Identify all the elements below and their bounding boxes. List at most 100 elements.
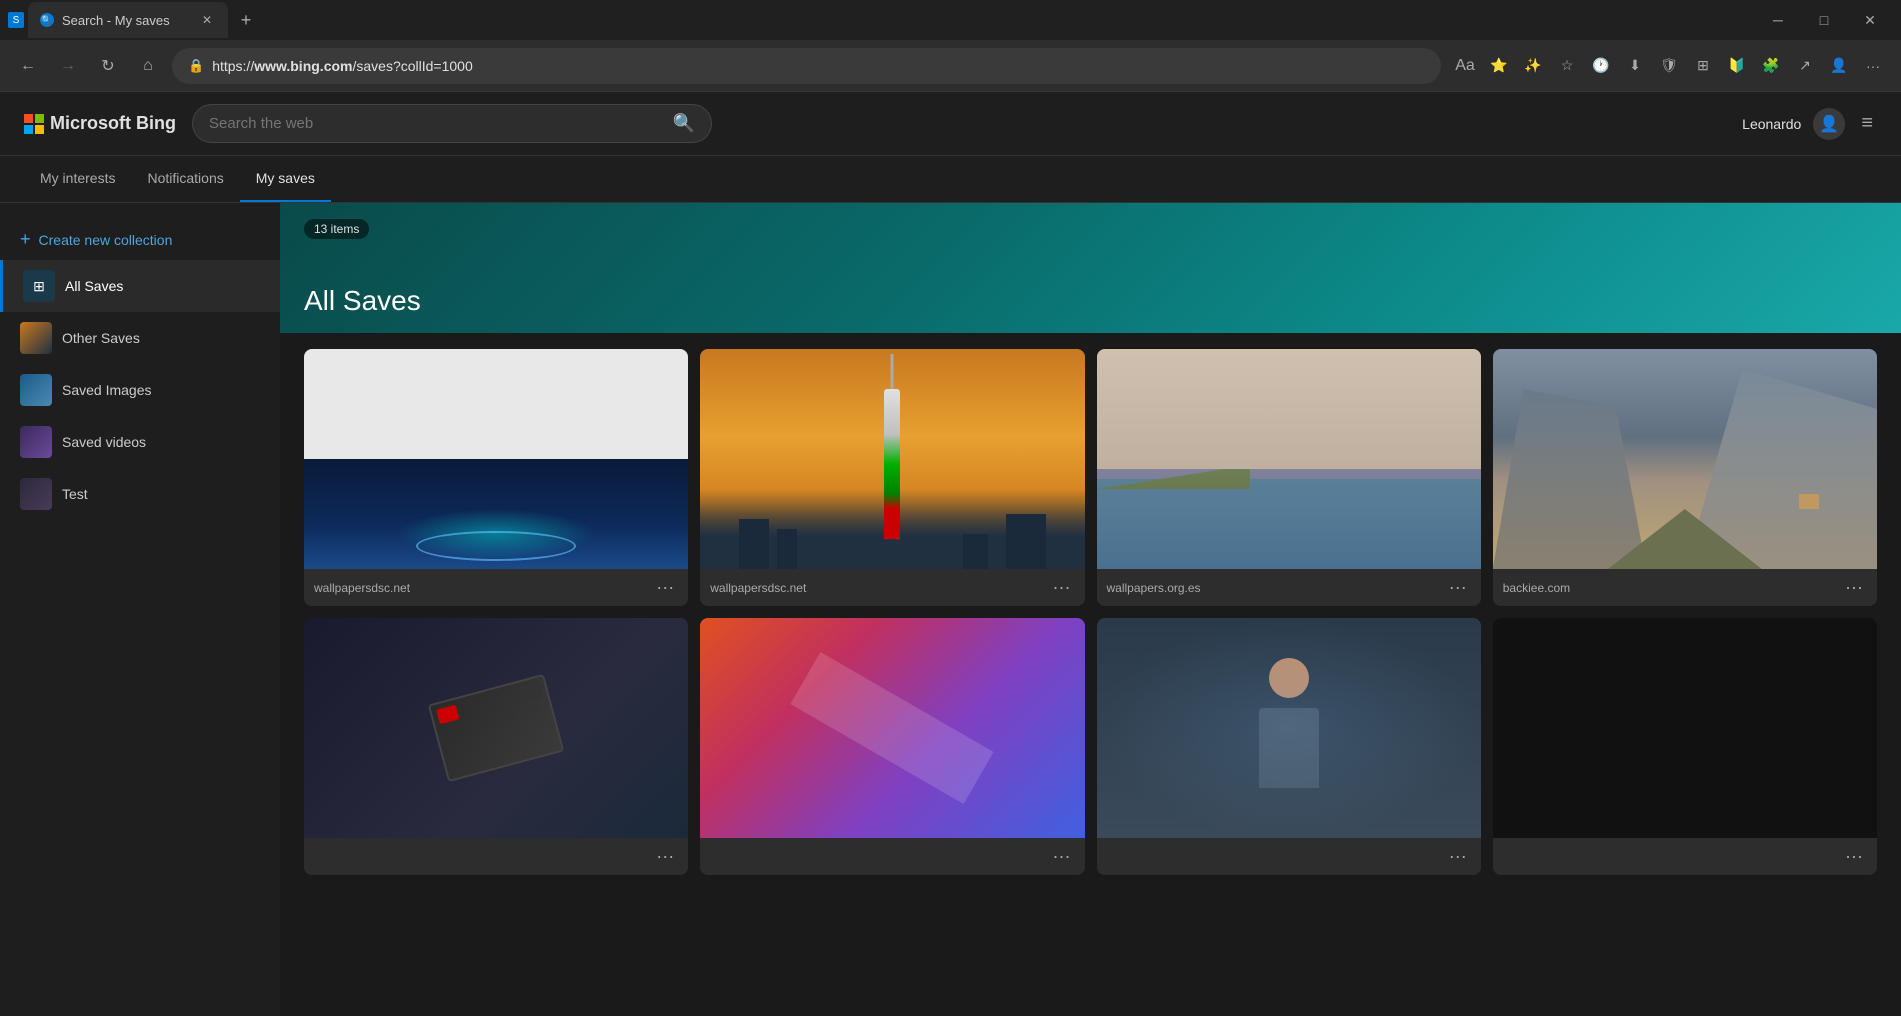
sidebar-item-all-saves[interactable]: ⊞ All Saves [0, 260, 280, 312]
security-icon[interactable]: 🛡 [1653, 50, 1685, 82]
card-5-more-button[interactable]: ··· [652, 846, 678, 867]
forward-button[interactable]: → [52, 50, 84, 82]
card-7-footer: ··· [1097, 838, 1481, 875]
save-card-2[interactable]: wallpapersdsc.net ··· [700, 349, 1084, 606]
hamburger-menu-button[interactable]: ≡ [1857, 108, 1877, 139]
share-icon[interactable]: ↗ [1789, 50, 1821, 82]
sky-tower [884, 389, 900, 539]
card-1-image [304, 349, 688, 569]
browser-extension-icon[interactable]: ⭐ [1483, 50, 1515, 82]
card-8-more-button[interactable]: ··· [1841, 846, 1867, 867]
new-tab-button[interactable]: + [232, 6, 260, 34]
saved-images-thumb [20, 374, 52, 406]
tab-favicon: S [8, 12, 24, 28]
card-3-footer: wallpapers.org.es ··· [1097, 569, 1481, 606]
more-icon[interactable]: ··· [1857, 50, 1889, 82]
all-saves-label: All Saves [65, 278, 123, 294]
url-domain: www.bing.com [254, 58, 352, 74]
close-button[interactable]: ✕ [1847, 0, 1893, 40]
save-card-6[interactable]: ··· [700, 618, 1084, 875]
user-avatar[interactable]: 👤 [1813, 108, 1845, 140]
create-collection-label: Create new collection [39, 232, 173, 248]
card-5-image [304, 618, 688, 838]
card-4-source: backiee.com [1503, 581, 1570, 595]
hero-title: All Saves [304, 285, 421, 317]
save-card-8[interactable]: ··· [1493, 618, 1877, 875]
test-label: Test [62, 486, 88, 502]
content-area[interactable]: 13 items All Saves wallpapersdsc.net [280, 203, 1901, 1016]
minimize-button[interactable]: ─ [1755, 0, 1801, 40]
card-3-image [1097, 349, 1481, 569]
tab-favicon-icon: 🔍 [40, 13, 54, 27]
bing-nav: My interests Notifications My saves [0, 156, 1901, 203]
home-button[interactable]: ⌂ [132, 50, 164, 82]
favorites-icon[interactable]: ☆ [1551, 50, 1583, 82]
save-card-1[interactable]: wallpapersdsc.net ··· [304, 349, 688, 606]
card-4-more-button[interactable]: ··· [1841, 577, 1867, 598]
card-8-footer: ··· [1493, 838, 1877, 875]
tech-object [428, 674, 565, 782]
tab-title: Search - My saves [62, 13, 170, 28]
bing-search-bar[interactable]: 🔍 [192, 104, 712, 143]
sidebar-item-saved-videos[interactable]: Saved videos [0, 416, 280, 468]
card-6-more-button[interactable]: ··· [1049, 846, 1075, 867]
planet-arc [416, 531, 576, 561]
tab-notifications[interactable]: Notifications [131, 156, 239, 202]
downloads-icon[interactable]: ⬇ [1619, 50, 1651, 82]
coastal-water [1097, 479, 1481, 569]
card-6-image [700, 618, 1084, 838]
card-2-image [700, 349, 1084, 569]
sidebar-item-saved-images[interactable]: Saved Images [0, 364, 280, 416]
read-aloud-icon[interactable]: Aa [1449, 50, 1481, 82]
saves-grid: wallpapersdsc.net ··· [280, 333, 1901, 891]
back-button[interactable]: ← [12, 50, 44, 82]
shield2-icon[interactable]: 🔰 [1721, 50, 1753, 82]
user-name-label: Leonardo [1742, 116, 1801, 132]
maximize-button[interactable]: □ [1801, 0, 1847, 40]
plus-icon: + [20, 229, 31, 250]
tab-my-interests[interactable]: My interests [24, 156, 131, 202]
card-1-more-button[interactable]: ··· [652, 577, 678, 598]
url-bar[interactable]: 🔒 https://www.bing.com/saves?collId=1000 [172, 48, 1441, 84]
sidebar-item-test[interactable]: Test [0, 468, 280, 520]
cloud-sky [1097, 349, 1481, 469]
card-4-image [1493, 349, 1877, 569]
save-card-5[interactable]: ··· [304, 618, 688, 875]
tab-my-saves[interactable]: My saves [240, 156, 331, 202]
card-5-footer: ··· [304, 838, 688, 875]
card-2-footer: wallpapersdsc.net ··· [700, 569, 1084, 606]
bing-search-icon[interactable]: 🔍 [673, 113, 695, 134]
saved-videos-thumb [20, 426, 52, 458]
window-controls: ─ □ ✕ [1755, 0, 1893, 40]
create-collection-button[interactable]: + Create new collection [0, 219, 280, 260]
bing-logo[interactable]: Microsoft Bing [24, 113, 176, 134]
other-saves-thumb [20, 322, 52, 354]
profile-icon[interactable]: 👤 [1823, 50, 1855, 82]
extension-icon[interactable]: 🧩 [1755, 50, 1787, 82]
bing-search-input[interactable] [209, 115, 663, 132]
all-saves-thumb: ⊞ [23, 270, 55, 302]
monastery [1799, 494, 1819, 509]
title-bar: S 🔍 Search - My saves ✕ + ─ □ ✕ [0, 0, 1901, 40]
save-card-3[interactable]: wallpapers.org.es ··· [1097, 349, 1481, 606]
card-3-more-button[interactable]: ··· [1445, 577, 1471, 598]
sidebar-item-other-saves[interactable]: Other Saves [0, 312, 280, 364]
ms-square-blue [24, 125, 33, 134]
browser-icon[interactable]: ⊞ [1687, 50, 1719, 82]
card-7-more-button[interactable]: ··· [1445, 846, 1471, 867]
active-tab[interactable]: 🔍 Search - My saves ✕ [28, 2, 228, 38]
hero-banner: 13 items All Saves [280, 203, 1901, 333]
card-2-more-button[interactable]: ··· [1049, 577, 1075, 598]
card-8-image [1493, 618, 1877, 838]
history-icon[interactable]: 🕐 [1585, 50, 1617, 82]
tab-close-button[interactable]: ✕ [198, 11, 216, 29]
card-1-footer: wallpapersdsc.net ··· [304, 569, 688, 606]
card-6-footer: ··· [700, 838, 1084, 875]
address-bar: ← → ↻ ⌂ 🔒 https://www.bing.com/saves?col… [0, 40, 1901, 92]
ms-square-green [35, 114, 44, 123]
save-card-7[interactable]: ··· [1097, 618, 1481, 875]
bing-logo-text: Microsoft Bing [50, 113, 176, 134]
save-card-4[interactable]: backiee.com ··· [1493, 349, 1877, 606]
refresh-button[interactable]: ↻ [92, 50, 124, 82]
copilot-icon[interactable]: ✨ [1517, 50, 1549, 82]
